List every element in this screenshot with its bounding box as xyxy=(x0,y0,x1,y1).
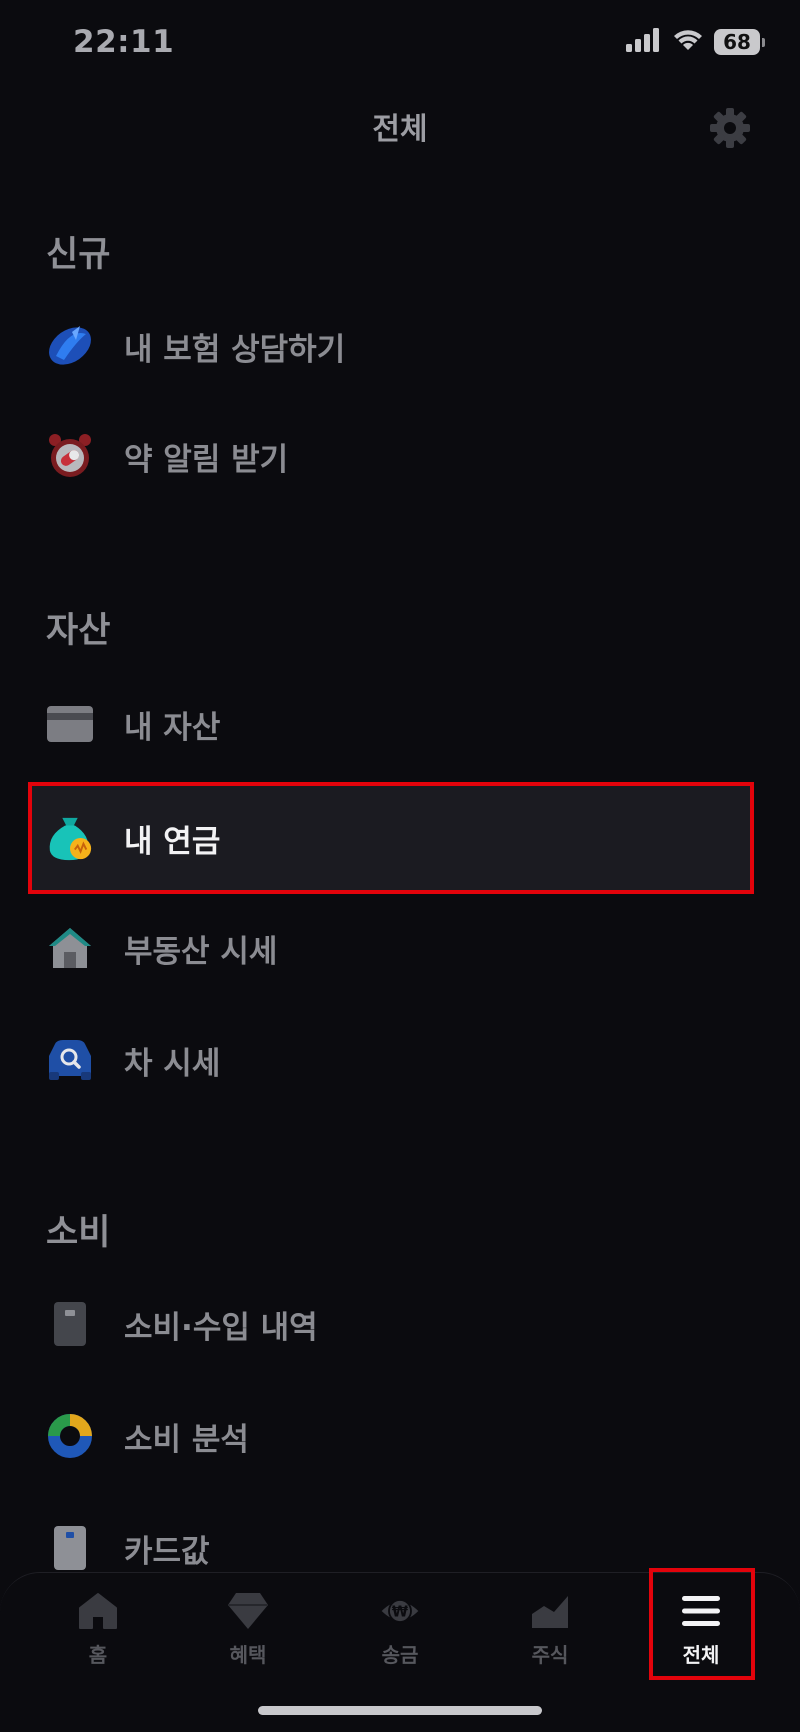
section-title-assets: 자산 xyxy=(46,611,111,651)
menu-item-label: 내 자산 xyxy=(124,709,221,746)
card-vertical-icon xyxy=(46,1524,94,1572)
wifi-icon xyxy=(672,28,704,56)
settings-button[interactable] xyxy=(706,104,754,152)
stock-chart-icon xyxy=(528,1589,572,1633)
battery-level: 68 xyxy=(723,30,751,54)
menu-item-my-assets[interactable]: 내 자산 xyxy=(28,672,754,776)
menu-item-label: 내 연금 xyxy=(124,823,221,860)
nav-label: 송금 xyxy=(381,1643,419,1667)
nav-tab-transfer[interactable]: ₩ 송금 xyxy=(340,1589,460,1679)
menu-item-car-price[interactable]: 차 시세 xyxy=(28,1008,754,1112)
status-bar: 22:11 68 xyxy=(0,0,800,90)
menu-item-label: 차 시세 xyxy=(124,1045,221,1082)
menu-item-label: 소비 분석 xyxy=(124,1421,249,1458)
menu-item-insurance-consult[interactable]: 내 보험 상담하기 xyxy=(28,294,754,398)
menu-item-spending-analysis[interactable]: 소비 분석 xyxy=(28,1384,754,1488)
pension-money-bag-icon xyxy=(46,814,94,862)
menu-item-medicine-alarm[interactable]: 약 알림 받기 xyxy=(28,404,754,508)
menu-item-label: 소비·수입 내역 xyxy=(124,1309,318,1346)
status-icons: 68 xyxy=(626,28,765,56)
menu-item-spending-income-history[interactable]: 소비·수입 내역 xyxy=(28,1272,754,1376)
menu-item-my-pension[interactable]: 내 연금 xyxy=(28,782,754,894)
cellular-signal-icon xyxy=(626,28,662,56)
page-title: 전체 xyxy=(372,112,428,147)
car-search-icon xyxy=(46,1036,94,1084)
donut-chart-icon xyxy=(46,1412,94,1460)
menu-item-label: 부동산 시세 xyxy=(124,933,278,970)
nav-highlight-box xyxy=(649,1568,755,1680)
gear-icon xyxy=(710,108,750,148)
nav-label: 홈 xyxy=(88,1643,108,1667)
home-indicator xyxy=(258,1706,542,1715)
insurance-shield-icon xyxy=(46,322,94,370)
section-title-spending: 소비 xyxy=(46,1213,111,1253)
section-title-new: 신규 xyxy=(46,235,111,275)
menu-item-label: 내 보험 상담하기 xyxy=(124,331,346,368)
phone-receipt-icon xyxy=(46,1300,94,1348)
card-icon xyxy=(46,700,94,748)
pill-alarm-clock-icon xyxy=(46,432,94,480)
diamond-gift-icon xyxy=(226,1589,270,1633)
house-icon xyxy=(46,924,94,972)
won-transfer-icon: ₩ xyxy=(378,1589,422,1633)
menu-item-label: 카드값 xyxy=(124,1533,210,1570)
home-icon xyxy=(76,1589,120,1633)
svg-text:₩: ₩ xyxy=(392,1604,408,1621)
battery-icon: 68 xyxy=(714,29,765,55)
nav-tab-stocks[interactable]: 주식 xyxy=(490,1589,610,1679)
menu-item-label: 약 알림 받기 xyxy=(124,441,289,478)
nav-label: 주식 xyxy=(531,1643,569,1667)
nav-tab-benefits[interactable]: 혜택 xyxy=(188,1589,308,1679)
nav-label: 혜택 xyxy=(229,1643,267,1667)
status-time: 22:11 xyxy=(73,24,175,60)
menu-item-real-estate-price[interactable]: 부동산 시세 xyxy=(28,896,754,1000)
nav-tab-home[interactable]: 홈 xyxy=(38,1589,158,1679)
